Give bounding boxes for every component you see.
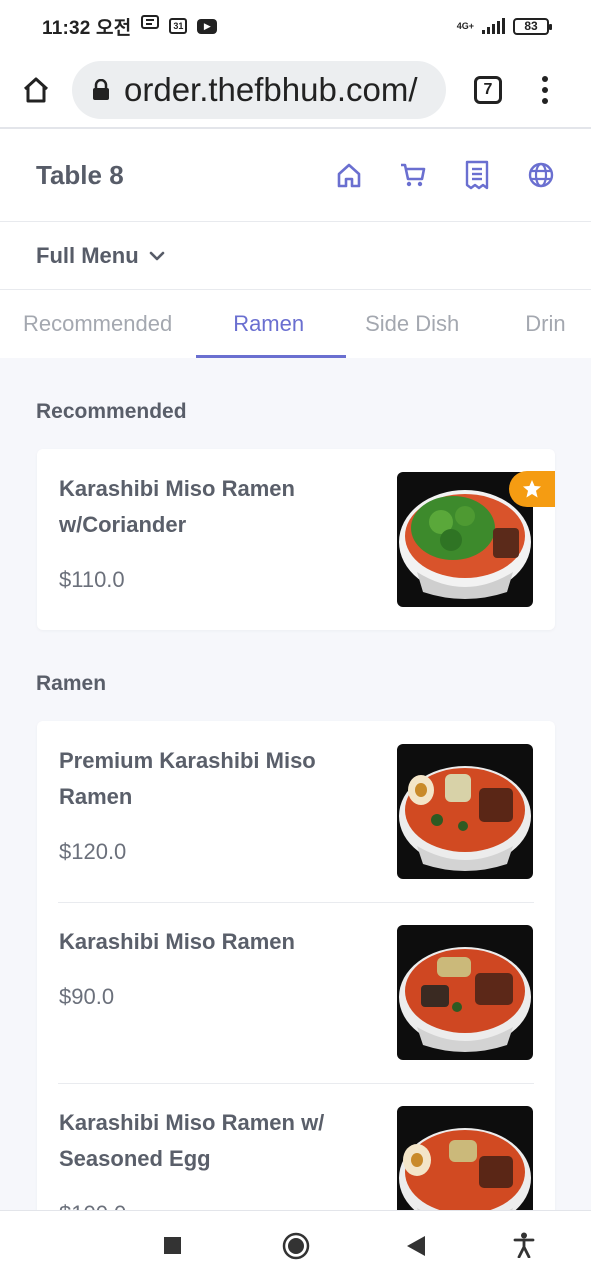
item-name: Karashibi Miso Ramen <box>59 929 295 954</box>
circle-icon <box>282 1232 310 1260</box>
browser-home-button[interactable] <box>0 52 72 128</box>
language-button[interactable] <box>526 161 555 190</box>
tab-recommended[interactable]: Recommended <box>23 290 172 358</box>
menu-content: Recommended Karashibi Miso Ramen w/Coria… <box>0 358 591 1210</box>
star-icon <box>509 471 555 507</box>
menu-item[interactable]: Karashibi Miso Ramen w/Coriander $110.0 <box>37 449 555 630</box>
message-icon <box>141 15 160 37</box>
page-title: Table 8 <box>36 159 124 190</box>
menu-selector-label: Full Menu <box>36 242 139 268</box>
item-photo <box>397 744 533 879</box>
item-name: Karashibi Miso Ramen w/ Seasoned Egg <box>59 1110 325 1171</box>
category-tabs: Recommended Ramen Side Dish Drin <box>0 290 591 358</box>
receipt-icon <box>465 160 488 190</box>
square-icon <box>164 1237 181 1254</box>
tab-ramen[interactable]: Ramen <box>196 290 347 358</box>
home-nav-button[interactable] <box>334 161 363 190</box>
url-text: order.thefbhub.com/ <box>124 71 418 108</box>
recent-apps-button[interactable] <box>163 1236 182 1255</box>
item-photo <box>397 925 533 1060</box>
home-icon <box>23 77 49 103</box>
section-title-ramen: Ramen <box>36 672 107 695</box>
section-title-recommended: Recommended <box>36 400 187 423</box>
signal-icon <box>482 18 505 34</box>
address-bar[interactable]: order.thefbhub.com/ <box>72 61 446 119</box>
system-back-button[interactable] <box>406 1235 426 1257</box>
orders-button[interactable] <box>462 160 491 190</box>
menu-selector[interactable]: Full Menu <box>0 222 591 290</box>
browser-toolbar: order.thefbhub.com/ 7 <box>0 52 591 128</box>
battery-icon: 83 <box>513 17 552 35</box>
item-name: Premium Karashibi Miso Ramen <box>59 748 316 809</box>
status-time: 11:32 오전 <box>42 17 132 39</box>
item-price: $110.0 <box>59 567 125 592</box>
system-nav-bar <box>0 1210 591 1280</box>
item-price: $100.0 <box>59 1201 126 1210</box>
menu-item[interactable]: Karashibi Miso Ramen $90.0 <box>37 902 555 1083</box>
accessibility-button[interactable] <box>513 1232 535 1258</box>
menu-item[interactable]: Karashibi Miso Ramen w/ Seasoned Egg $10… <box>37 1083 555 1210</box>
app-header: Table 8 <box>0 129 591 222</box>
tab-drinks[interactable]: Drin <box>525 290 565 358</box>
globe-icon <box>528 162 553 188</box>
ramen-card: Premium Karashibi Miso Ramen $120.0 Kara… <box>37 721 555 1210</box>
calendar-icon: 31 <box>169 18 188 34</box>
youtube-icon: ▶ <box>197 18 218 34</box>
tab-side-dish[interactable]: Side Dish <box>365 290 459 358</box>
back-triangle-icon <box>407 1236 425 1256</box>
recommended-card: Karashibi Miso Ramen w/Coriander $110.0 <box>37 449 555 630</box>
chevron-down-icon <box>149 251 165 261</box>
cart-icon <box>400 163 425 187</box>
accessibility-icon <box>513 1232 535 1258</box>
item-price: $90.0 <box>59 984 115 1009</box>
network-label: 4G+ <box>456 20 474 31</box>
item-name: Karashibi Miso Ramen w/Coriander <box>59 476 295 537</box>
tab-switcher-button[interactable]: 7 <box>474 76 502 104</box>
lock-icon <box>92 79 110 101</box>
system-home-button[interactable] <box>282 1232 310 1260</box>
menu-item[interactable]: Premium Karashibi Miso Ramen $120.0 <box>37 721 555 902</box>
item-photo <box>397 1106 533 1210</box>
browser-menu-button[interactable] <box>542 76 548 104</box>
status-bar: 11:32 오전 31 ▶ 4G+ 83 <box>0 0 591 52</box>
home-icon <box>337 163 360 188</box>
item-price: $120.0 <box>59 839 127 864</box>
cart-button[interactable] <box>398 161 427 190</box>
